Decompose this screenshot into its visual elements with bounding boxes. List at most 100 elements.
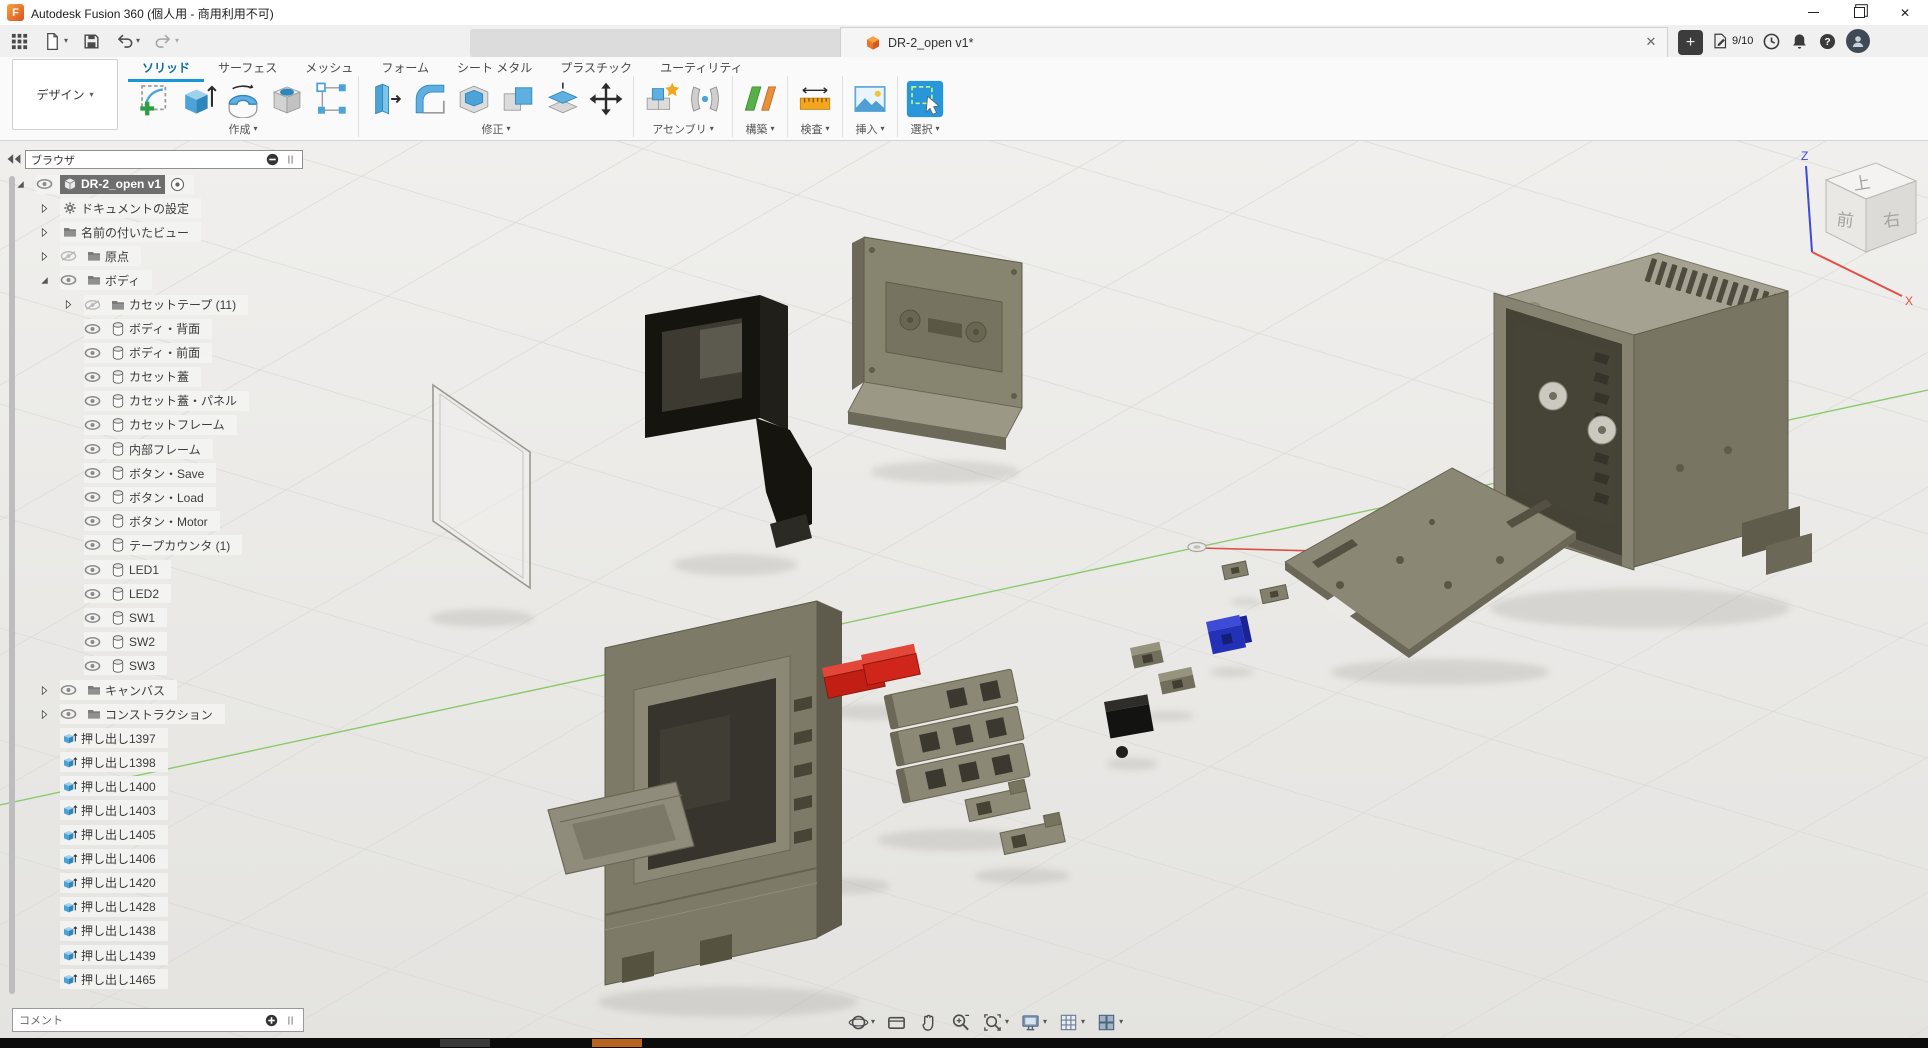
document-tab[interactable]: DR-2_open v1* <box>840 27 1668 57</box>
visibility-toggle-hidden[interactable] <box>60 249 84 264</box>
press-pull-button[interactable] <box>365 77 407 121</box>
grid-settings-button[interactable]: ▾ <box>1055 1010 1088 1035</box>
undo-button[interactable]: ▾ <box>111 29 144 54</box>
visibility-toggle[interactable] <box>84 345 108 360</box>
visibility-toggle[interactable] <box>84 658 108 673</box>
save-button[interactable] <box>78 29 105 54</box>
redo-button[interactable]: ▾ <box>150 29 183 54</box>
browser-tree-item[interactable]: ドキュメントの設定 <box>38 196 249 220</box>
comment-panel[interactable]: コメント <box>12 1008 304 1032</box>
visibility-toggle[interactable] <box>84 562 108 577</box>
browser-header[interactable]: ブラウザ <box>25 150 303 169</box>
file-menu-button[interactable]: ▾ <box>39 29 72 54</box>
create-sketch-button[interactable] <box>134 77 176 121</box>
ribbon-group-label[interactable]: 修正▾ <box>481 121 510 137</box>
tree-item-chip[interactable]: 押し出し1438 <box>60 921 160 941</box>
visibility-toggle-hidden[interactable] <box>84 297 108 312</box>
tree-item-chip[interactable]: 押し出し1439 <box>60 945 160 965</box>
job-status-button[interactable]: 9/10 <box>1712 32 1753 50</box>
browser-tree-item[interactable]: ボタン・Motor <box>62 509 249 533</box>
tree-item-chip[interactable]: テープカウンタ (1) <box>108 535 234 555</box>
expand-toggle[interactable] <box>14 177 36 192</box>
tree-item-chip[interactable]: ボディ・背面 <box>108 319 204 339</box>
browser-tree-item[interactable]: 押し出し1406 <box>38 847 249 871</box>
visibility-toggle[interactable] <box>84 490 108 505</box>
browser-tree-item[interactable]: SW1 <box>62 606 249 630</box>
browser-tree-item[interactable]: 押し出し1428 <box>38 895 249 919</box>
tree-item-chip[interactable]: 押し出し1465 <box>60 969 160 989</box>
browser-tree-item[interactable]: SW2 <box>62 630 249 654</box>
visibility-toggle[interactable] <box>84 369 108 384</box>
zoom-button[interactable] <box>947 1010 974 1035</box>
grip-icon[interactable] <box>284 153 297 166</box>
clock-icon[interactable] <box>1762 32 1781 51</box>
visibility-toggle[interactable] <box>84 634 108 649</box>
workspace-selector[interactable]: デザイン ▾ <box>12 59 118 130</box>
browser-tree-item[interactable]: 押し出し1465 <box>38 967 249 991</box>
activate-component-icon[interactable] <box>169 176 186 193</box>
tree-item-chip[interactable]: 原点 <box>84 246 133 266</box>
grip-icon[interactable] <box>284 1014 297 1027</box>
visibility-toggle[interactable] <box>84 514 108 529</box>
tree-item-chip[interactable]: SW2 <box>108 632 159 651</box>
browser-tree-item[interactable]: ボタン・Save <box>62 461 249 485</box>
browser-tree-item[interactable]: 押し出し1438 <box>38 919 249 943</box>
expand-toggle[interactable] <box>38 225 60 240</box>
tree-item-chip[interactable]: 押し出し1405 <box>60 825 160 845</box>
expand-toggle[interactable] <box>62 297 84 312</box>
tree-item-chip[interactable]: ボディ <box>84 270 144 290</box>
browser-tree-item[interactable]: 押し出し1405 <box>38 823 249 847</box>
tree-item-chip[interactable]: LED2 <box>108 584 163 603</box>
expand-toggle[interactable] <box>38 707 60 722</box>
tree-item-chip[interactable]: ボディ・前面 <box>108 343 204 363</box>
browser-tree-item[interactable]: カセット蓋 <box>62 365 249 389</box>
look-at-button[interactable] <box>883 1010 910 1035</box>
ribbon-group-label[interactable]: 挿入▾ <box>855 121 884 137</box>
help-icon[interactable]: ? <box>1818 32 1837 51</box>
browser-tree-item[interactable]: 押し出し1398 <box>38 750 249 774</box>
visibility-toggle[interactable] <box>84 442 108 457</box>
expand-toggle[interactable] <box>38 683 60 698</box>
minus-circle-icon[interactable] <box>266 153 279 166</box>
minimize-button[interactable] <box>1790 0 1836 25</box>
shell-button[interactable] <box>453 77 495 121</box>
tree-item-chip[interactable]: キャンバス <box>84 680 169 700</box>
visibility-toggle[interactable] <box>84 586 108 601</box>
visibility-toggle[interactable] <box>84 610 108 625</box>
ribbon-group-label[interactable]: 検査▾ <box>800 121 829 137</box>
hole-button[interactable] <box>266 77 308 121</box>
browser-tree-item[interactable]: コンストラクション <box>38 702 249 726</box>
insert-image-button[interactable] <box>849 77 891 121</box>
joint-button[interactable] <box>684 77 726 121</box>
ribbon-group-label[interactable]: 構築▾ <box>745 121 774 137</box>
browser-tree-item[interactable]: カセット蓋・パネル <box>62 389 249 413</box>
browser-tree-item[interactable]: 内部フレーム <box>62 437 249 461</box>
tree-item-chip[interactable]: ボタン・Save <box>108 463 208 483</box>
new-component-button[interactable] <box>640 77 682 121</box>
browser-tree-item[interactable]: ボディ・背面 <box>62 317 249 341</box>
app-grid-button[interactable] <box>6 29 33 54</box>
part-body-back-panel[interactable] <box>848 237 1022 450</box>
ribbon-group-label[interactable]: アセンブリ▾ <box>652 121 713 137</box>
browser-tree-item[interactable]: カセットフレーム <box>62 413 249 437</box>
browser-tree-item[interactable]: LED1 <box>62 558 249 582</box>
tree-item-chip[interactable]: SW3 <box>108 656 159 675</box>
display-settings-button[interactable]: ▾ <box>1017 1010 1050 1035</box>
offset-face-button[interactable] <box>541 77 583 121</box>
browser-tree-item[interactable]: 押し出し1439 <box>38 943 249 967</box>
move-button[interactable] <box>585 77 627 121</box>
visibility-toggle[interactable] <box>84 466 108 481</box>
tree-item-chip[interactable]: 押し出し1420 <box>60 873 160 893</box>
fit-button[interactable]: ▾ <box>979 1010 1012 1035</box>
visibility-toggle[interactable] <box>84 538 108 553</box>
tree-item-chip[interactable]: 押し出し1398 <box>60 752 160 772</box>
collapse-browser-icon[interactable] <box>6 152 22 166</box>
tree-item-chip[interactable]: SW1 <box>108 608 159 627</box>
avatar[interactable] <box>1846 29 1870 53</box>
browser-tree-item[interactable]: 押し出し1403 <box>38 798 249 822</box>
tree-item-chip[interactable]: カセット蓋・パネル <box>108 391 241 411</box>
browser-tree-item[interactable]: 原点 <box>38 244 249 268</box>
browser-tree-item[interactable]: ボタン・Load <box>62 485 249 509</box>
ribbon-group-label[interactable]: 作成▾ <box>228 121 257 137</box>
revolve-button[interactable] <box>222 77 264 121</box>
